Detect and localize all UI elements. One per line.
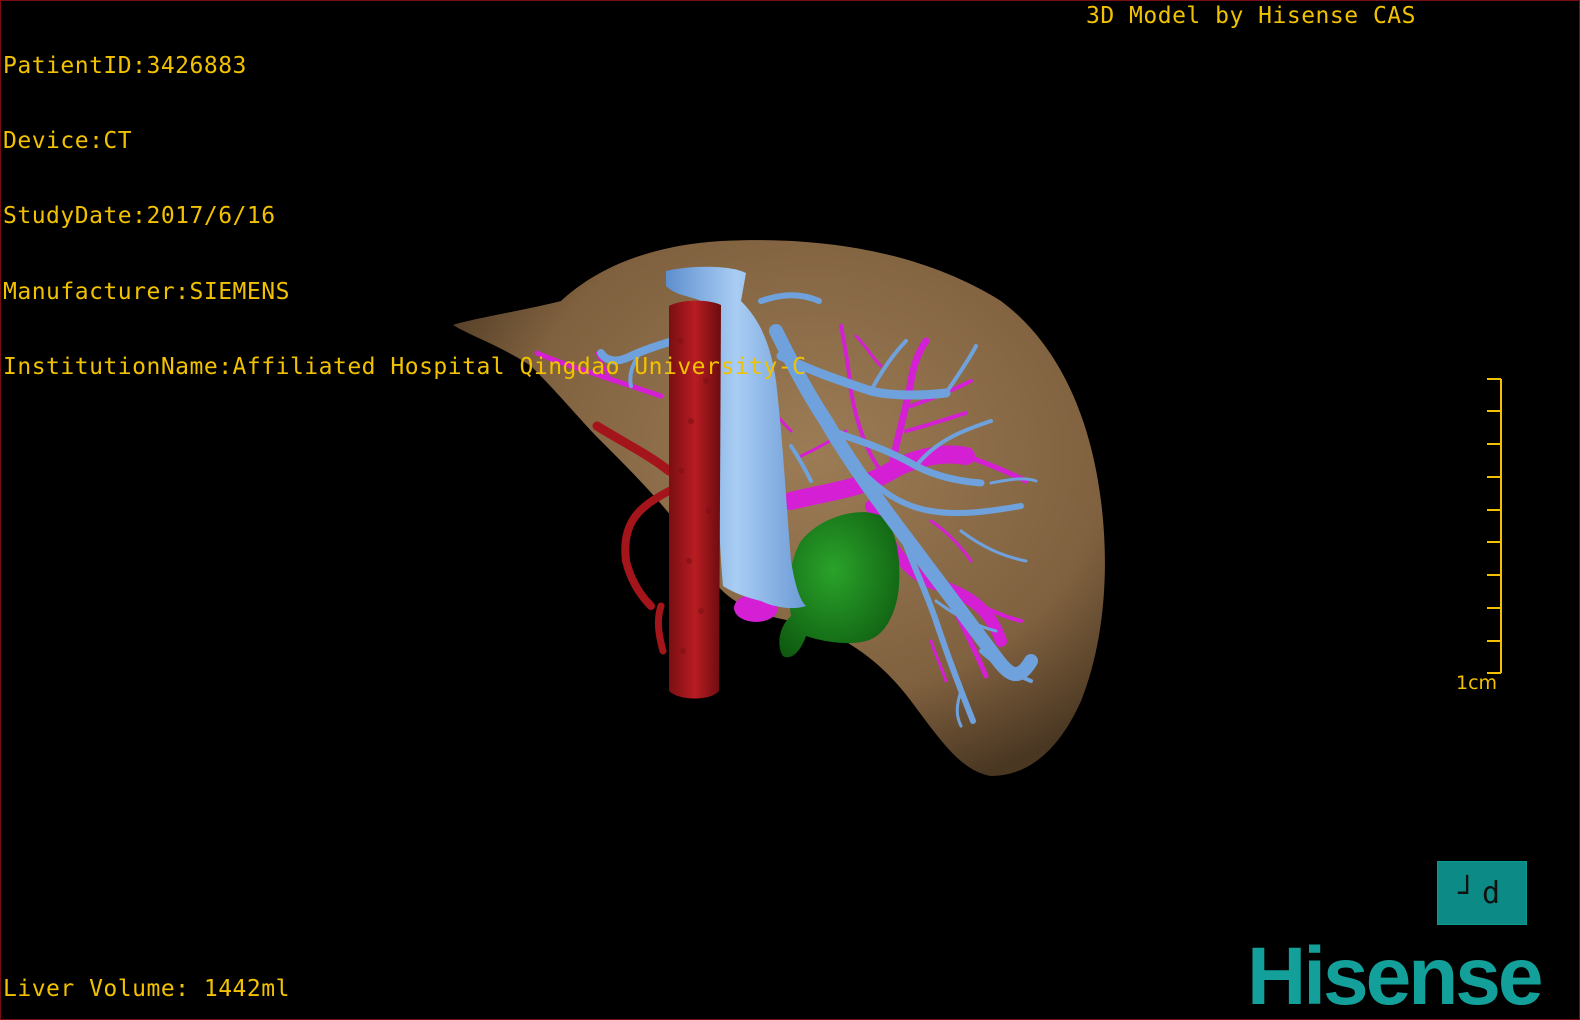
patient-id: PatientID:3426883 bbox=[3, 53, 247, 79]
model-credit: 3D Model by Hisense CAS bbox=[1086, 3, 1416, 29]
liver-volume: Liver Volume: 1442ml bbox=[3, 976, 290, 1002]
manufacturer: Manufacturer:SIEMENS bbox=[3, 278, 290, 305]
hisense-logo: Hisense bbox=[1247, 931, 1544, 1020]
3d-viewport[interactable]: PatientID:3426883 Device:CT StudyDate:20… bbox=[0, 0, 1580, 1020]
orientation-toggle-label: ┘d bbox=[1457, 875, 1507, 911]
institution-name: InstitutionName:Affiliated Hospital Qing… bbox=[3, 353, 807, 380]
scale-bar bbox=[1487, 378, 1502, 674]
dicom-info-overlay: PatientID:3426883 Device:CT StudyDate:20… bbox=[3, 4, 806, 430]
orientation-toggle-button[interactable]: ┘d bbox=[1437, 861, 1527, 925]
study-date: StudyDate:2017/6/16 bbox=[3, 203, 276, 230]
scale-bar-label: 1cm bbox=[1456, 672, 1498, 694]
device: Device:CT bbox=[3, 128, 133, 155]
